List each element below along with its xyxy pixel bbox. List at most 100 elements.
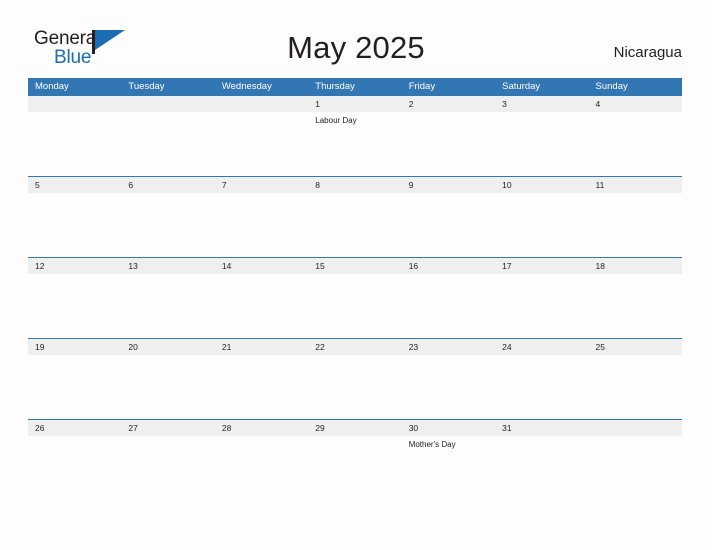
day-number[interactable]: 13 <box>121 258 214 274</box>
week-row: 12 13 14 15 16 17 18 <box>28 257 682 338</box>
day-cell[interactable] <box>308 193 401 257</box>
day-number[interactable] <box>589 420 682 436</box>
calendar-grid: Monday Tuesday Wednesday Thursday Friday… <box>28 78 682 500</box>
region-label: Nicaragua <box>613 44 682 61</box>
day-cell[interactable] <box>28 112 121 176</box>
day-cell[interactable] <box>589 193 682 257</box>
day-cell[interactable] <box>308 355 401 419</box>
day-number[interactable]: 30 <box>402 420 495 436</box>
day-number[interactable]: 2 <box>402 96 495 112</box>
day-number[interactable]: 28 <box>215 420 308 436</box>
day-cell[interactable] <box>589 355 682 419</box>
week-row: 19 20 21 22 23 24 25 <box>28 338 682 419</box>
day-cell[interactable] <box>589 112 682 176</box>
day-cell[interactable] <box>402 355 495 419</box>
page-title: May 2025 <box>287 30 425 65</box>
day-number[interactable]: 9 <box>402 177 495 193</box>
day-number[interactable]: 4 <box>589 96 682 112</box>
day-cell[interactable] <box>121 193 214 257</box>
day-number[interactable]: 7 <box>215 177 308 193</box>
week-row: 26 27 28 29 30 31 Mother's Day <box>28 419 682 500</box>
day-cell[interactable] <box>495 355 588 419</box>
day-number[interactable]: 5 <box>28 177 121 193</box>
week-event-band: Labour Day <box>28 112 682 176</box>
weekday-header-tuesday: Tuesday <box>128 81 165 92</box>
day-number[interactable]: 12 <box>28 258 121 274</box>
day-cell[interactable] <box>589 274 682 338</box>
day-cell[interactable] <box>121 436 214 500</box>
week-row: 5 6 7 8 9 10 11 <box>28 176 682 257</box>
day-number[interactable]: 15 <box>308 258 401 274</box>
day-number[interactable]: 25 <box>589 339 682 355</box>
day-cell[interactable] <box>402 274 495 338</box>
day-number[interactable]: 6 <box>121 177 214 193</box>
day-cell[interactable] <box>28 436 121 500</box>
day-cell[interactable] <box>215 436 308 500</box>
day-number[interactable]: 31 <box>495 420 588 436</box>
day-number[interactable]: 16 <box>402 258 495 274</box>
calendar-page: General Blue May 2025 Nicaragua Monday T… <box>0 0 712 550</box>
weekday-header-thursday: Thursday <box>315 81 355 92</box>
day-number[interactable]: 18 <box>589 258 682 274</box>
day-number[interactable] <box>121 96 214 112</box>
day-number[interactable]: 21 <box>215 339 308 355</box>
day-number[interactable]: 3 <box>495 96 588 112</box>
day-number[interactable]: 19 <box>28 339 121 355</box>
week-date-band: 26 27 28 29 30 31 <box>28 420 682 436</box>
day-cell[interactable] <box>402 112 495 176</box>
day-cell[interactable] <box>121 274 214 338</box>
day-number[interactable]: 22 <box>308 339 401 355</box>
day-number[interactable]: 1 <box>308 96 401 112</box>
day-cell[interactable] <box>215 355 308 419</box>
day-cell[interactable] <box>215 193 308 257</box>
weekday-header-saturday: Saturday <box>502 81 541 92</box>
day-number[interactable]: 27 <box>121 420 214 436</box>
day-cell[interactable] <box>28 355 121 419</box>
day-cell[interactable]: Labour Day <box>308 112 401 176</box>
day-cell[interactable] <box>589 436 682 500</box>
event-label: Mother's Day <box>408 440 456 449</box>
weekday-header-friday: Friday <box>408 81 436 92</box>
week-event-band <box>28 274 682 338</box>
day-cell[interactable] <box>402 193 495 257</box>
week-event-band <box>28 193 682 257</box>
week-date-band: 5 6 7 8 9 10 11 <box>28 177 682 193</box>
day-cell[interactable] <box>28 274 121 338</box>
day-cell[interactable] <box>308 274 401 338</box>
week-date-band: 12 13 14 15 16 17 18 <box>28 258 682 274</box>
weekday-header-row: Monday Tuesday Wednesday Thursday Friday… <box>28 78 682 95</box>
day-number[interactable] <box>28 96 121 112</box>
day-cell[interactable]: Mother's Day <box>402 436 495 500</box>
day-number[interactable]: 14 <box>215 258 308 274</box>
day-cell[interactable] <box>121 355 214 419</box>
day-number[interactable]: 10 <box>495 177 588 193</box>
day-cell[interactable] <box>308 436 401 500</box>
day-cell[interactable] <box>28 193 121 257</box>
day-number[interactable]: 29 <box>308 420 401 436</box>
day-number[interactable]: 11 <box>589 177 682 193</box>
day-number[interactable]: 23 <box>402 339 495 355</box>
day-cell[interactable] <box>495 274 588 338</box>
day-cell[interactable] <box>495 112 588 176</box>
day-number[interactable]: 20 <box>121 339 214 355</box>
week-date-band: 1 2 3 4 <box>28 96 682 112</box>
weekday-header-sunday: Sunday <box>595 81 628 92</box>
day-number[interactable]: 8 <box>308 177 401 193</box>
week-row: 1 2 3 4 Labour Day <box>28 95 682 176</box>
page-header: General Blue May 2025 Nicaragua <box>0 0 712 76</box>
weekday-header-wednesday: Wednesday <box>221 81 272 92</box>
day-number[interactable]: 17 <box>495 258 588 274</box>
day-cell[interactable] <box>495 193 588 257</box>
day-cell[interactable] <box>121 112 214 176</box>
week-date-band: 19 20 21 22 23 24 25 <box>28 339 682 355</box>
week-event-band <box>28 355 682 419</box>
event-label: Labour Day <box>315 116 357 125</box>
day-number[interactable] <box>215 96 308 112</box>
day-cell[interactable] <box>215 274 308 338</box>
day-cell[interactable] <box>495 436 588 500</box>
day-number[interactable]: 26 <box>28 420 121 436</box>
week-event-band: Mother's Day <box>28 436 682 500</box>
day-number[interactable]: 24 <box>495 339 588 355</box>
day-cell[interactable] <box>215 112 308 176</box>
weekday-header-monday: Monday <box>35 81 69 92</box>
